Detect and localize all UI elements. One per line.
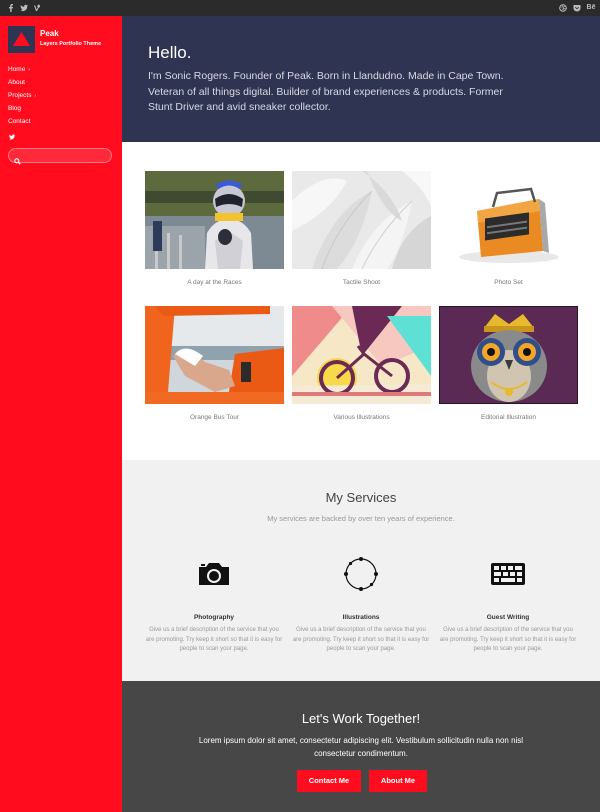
service-name: Illustrations <box>342 614 380 621</box>
nav-item-label: Home <box>8 66 26 73</box>
search-input[interactable] <box>8 148 112 165</box>
vine-icon[interactable] <box>32 3 42 13</box>
service-description: Give us a brief description of the servi… <box>145 627 283 652</box>
facebook-icon[interactable] <box>6 3 16 13</box>
nav-item-label: Projects <box>8 92 32 99</box>
service-description: Give us a brief description of the servi… <box>439 627 577 652</box>
nav-item-home[interactable]: Home › <box>8 63 36 76</box>
camera-icon <box>144 560 284 588</box>
chevron-right-icon: › <box>28 67 31 73</box>
service-photography: Photography Give us a brief description … <box>144 560 284 655</box>
project-thumbnail-photo-set[interactable] <box>439 171 578 269</box>
project-thumbnail-tactile[interactable] <box>292 171 431 269</box>
nav-item-about[interactable]: About <box>8 76 36 89</box>
service-name: Guest Writing <box>486 614 530 621</box>
nav-item-contact[interactable]: Contact <box>8 115 36 128</box>
service-description: Give us a brief description of the servi… <box>292 627 430 652</box>
services-subtitle: My services are backed by over ten years… <box>267 514 455 523</box>
service-guest-writing: Guest Writing Give us a brief descriptio… <box>438 560 578 655</box>
behance-icon[interactable]: Bē <box>585 3 597 13</box>
project-thumbnail-illustrations[interactable] <box>292 306 431 404</box>
project-thumbnail-editorial[interactable] <box>439 306 578 404</box>
project-thumbnail-bus[interactable] <box>145 306 284 404</box>
nav-item-blog[interactable]: Blog <box>8 102 36 115</box>
project-caption[interactable]: Orange Bus Tour <box>145 414 284 421</box>
nav-item-label: Contact <box>8 118 31 125</box>
cta-text: Lorem ipsum dolor sit amet, consectetur … <box>198 736 524 758</box>
sidebar: Peak Layers Portfolio Theme Home › About … <box>0 16 122 812</box>
cta-title: Let's Work Together! <box>301 711 421 726</box>
hero-intro: I'm Sonic Rogers. Founder of Peak. Born … <box>148 70 504 113</box>
project-caption[interactable]: Various Illustrations <box>292 414 431 421</box>
services-section: My Services My services are backed by ov… <box>122 460 600 681</box>
logo[interactable] <box>8 26 35 53</box>
twitter-icon[interactable] <box>8 128 16 140</box>
hero-title: Hello. <box>148 43 192 62</box>
nav-item-projects[interactable]: Projects › <box>8 89 36 102</box>
cta-section: Let's Work Together! Lorem ipsum dolor s… <box>122 681 600 812</box>
service-name: Photography <box>193 614 235 621</box>
project-caption[interactable]: A day at the Races <box>145 279 284 286</box>
dribbble-icon[interactable] <box>558 3 568 13</box>
about-me-button[interactable]: About Me <box>369 770 427 792</box>
peak-logo-icon <box>13 32 30 46</box>
project-caption[interactable]: Editorial Illustration <box>439 414 578 421</box>
hero-section: Hello. I'm Sonic Rogers. Founder of Peak… <box>122 16 600 142</box>
project-caption[interactable]: Photo Set <box>439 279 578 286</box>
search-icon <box>14 152 21 165</box>
site-tagline: Layers Portfolio Theme <box>40 41 102 47</box>
top-bar: Bē <box>0 0 600 16</box>
project-caption[interactable]: Tactile Shoot <box>292 279 431 286</box>
main-nav: Home › About Projects › Blog Contact <box>8 63 36 128</box>
services-title: My Services <box>325 490 397 505</box>
keyboard-icon <box>438 560 578 588</box>
site-title[interactable]: Peak <box>40 29 59 38</box>
circle-nodes-icon <box>291 557 431 591</box>
nav-item-label: About <box>8 79 25 86</box>
nav-item-label: Blog <box>8 105 22 112</box>
twitter-icon[interactable] <box>19 3 29 13</box>
pocket-icon[interactable] <box>572 3 582 13</box>
service-illustrations: Illustrations Give us a brief descriptio… <box>291 557 431 655</box>
chevron-right-icon: › <box>34 93 37 99</box>
project-grid: A day at the Races Tactile Shoot Photo S… <box>122 142 600 460</box>
project-thumbnail-races[interactable] <box>145 171 284 269</box>
contact-me-button[interactable]: Contact Me <box>297 770 361 792</box>
